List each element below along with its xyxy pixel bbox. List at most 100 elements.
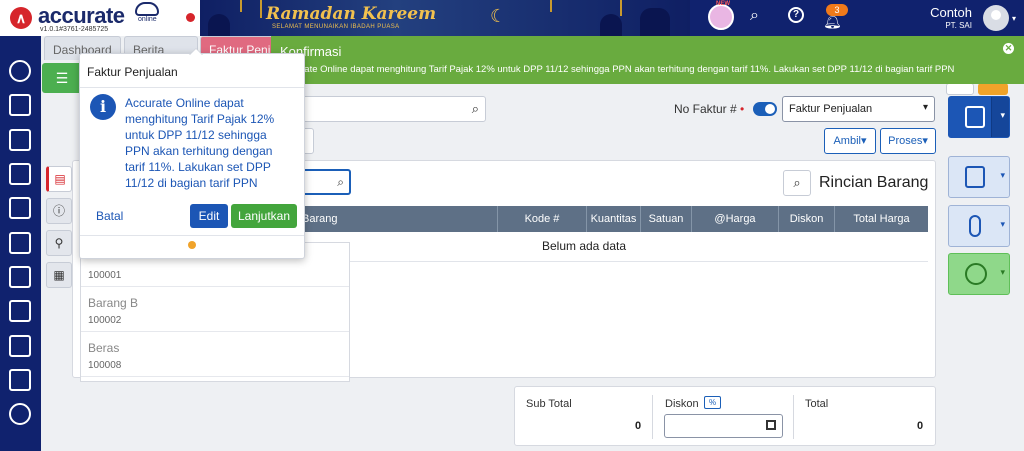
attachment-button[interactable]: ▾ [948,205,1010,247]
save-button[interactable]: ▾ [948,96,1010,138]
cloud-icon [135,2,159,16]
banner-subtitle: SELAMAT MENUNAIKAN IBADAH PUASA [272,24,400,30]
item-name: Beras [88,341,120,355]
purchase-bag-icon[interactable] [9,232,31,254]
search-icon[interactable]: ⌕ [750,7,759,25]
cancel-button[interactable]: Batal [96,209,123,223]
info-icon: i [90,94,116,120]
tax-icon[interactable] [9,369,31,391]
total-value: 0 [917,420,924,432]
close-icon[interactable]: ✕ [1003,43,1014,54]
status-dot [186,13,195,22]
user-company: PT. SAI [945,21,972,30]
subtotal-value: 0 [635,420,642,432]
building-icon[interactable] [9,129,31,151]
info-tab[interactable]: ⓘ [46,198,72,224]
col-kode: Kode # [497,206,586,232]
item-code: 100001 [88,270,122,281]
left-sidebar [0,36,41,451]
ambil-label: Ambil [833,135,861,147]
item-dropdown-list: 100001 Barang B 100002 Beras 100008 [80,242,350,382]
payment-tab[interactable]: ▦ [46,262,72,288]
no-faktur-text: No Faktur # [674,102,737,116]
more-icon [965,263,987,285]
top-header: ∧ accurate online v1.0.1#3761-2485725 Ra… [0,0,1024,36]
col-harga: @Harga [691,206,778,232]
stamp-tab[interactable]: ⚲ [46,230,72,256]
new-label: NEW [716,1,730,7]
diskon-label: Diskon [665,398,699,410]
continue-button[interactable]: Lanjutkan [231,204,297,228]
subtotal-label: Sub Total [526,398,572,410]
company-icon[interactable] [9,94,31,116]
rincian-search-button[interactable]: ⌕ [783,170,811,196]
diskon-input[interactable] [664,414,783,438]
cart-icon[interactable] [9,266,31,288]
auto-number-toggle[interactable] [753,102,777,116]
faktur-type-select[interactable]: Faktur Penjualan ▾ [782,96,935,122]
list-item[interactable]: Beras 100008 [81,333,349,377]
chevron-down-icon[interactable]: ▾ [1012,14,1016,23]
document-button[interactable]: ▾ [948,156,1010,198]
top-right-orange-button[interactable] [978,83,1008,95]
proses-button[interactable]: Proses▾ [880,128,936,154]
inventory-icon[interactable] [9,300,31,322]
crescent-moon-icon: ☾ [490,6,507,26]
edit-button[interactable]: Edit [190,204,228,228]
col-diskon: Diskon [778,206,834,232]
step-indicator-dot [188,241,196,249]
popover-message: Accurate Online dapat menghitung Tarif P… [125,96,275,190]
ramadan-banner: Ramadan Kareem SELAMAT MENUNAIKAN IBADAH… [200,0,690,36]
diskon-percent-toggle[interactable]: % [704,396,721,409]
confirmation-toast: Konfirmasi Accurate Online dapat menghit… [271,36,1024,84]
faktur-type-value: Faktur Penjualan [789,103,873,115]
ledger-icon[interactable] [9,163,31,185]
logo-online-label: online [138,16,157,23]
more-options-button[interactable]: ▾ [948,253,1010,295]
proses-label: Proses [888,135,923,147]
rincian-barang-title: Rincian Barang [819,174,929,191]
item-code: 100008 [88,360,122,371]
customer-search-input[interactable]: ⌕ [280,96,486,122]
col-satuan: Satuan [640,206,691,232]
settings-icon[interactable] [9,60,31,82]
col-total-harga: Total Harga [834,206,928,232]
chevron-down-icon: ▾ [1000,170,1005,180]
list-view-button[interactable]: ☰ [42,63,82,93]
accurate-logo[interactable]: ∧ accurate online v1.0.1#3761-2485725 [0,0,200,36]
chevron-down-icon: ▾ [1000,110,1005,120]
calculator-icon[interactable] [766,420,776,430]
logo-mark-icon: ∧ [10,7,32,29]
col-kuantitas: Kuantitas [586,206,640,232]
search-icon: ⌕ [471,101,479,116]
avatar[interactable] [983,5,1009,31]
list-item[interactable]: Barang B 100002 [81,288,349,332]
user-name[interactable]: Contoh [920,5,972,20]
bank-icon[interactable] [9,197,31,219]
detail-tab-items[interactable]: ▤ [46,166,72,192]
search-icon: ⌕ [337,175,344,189]
chevron-down-icon: ▾ [922,102,928,113]
toast-message: Accurate Online dapat menghitung Tarif P… [280,64,955,75]
item-code: 100002 [88,315,122,326]
item-name: Barang B [88,296,139,310]
ambil-button[interactable]: Ambil▾ [824,128,876,154]
help-icon[interactable]: ? [788,7,804,23]
notification-count-badge: 3 [826,4,848,16]
popover-title: Faktur Penjualan [87,65,178,79]
whats-new-icon[interactable] [708,4,734,30]
banner-title: Ramadan Kareem [266,4,437,24]
reports-icon[interactable] [9,403,31,425]
required-mark: • [740,102,745,116]
version-label: v1.0.1#3761-2485725 [40,26,109,33]
total-label: Total [805,398,829,410]
no-faktur-label: No Faktur # • [674,102,744,116]
chevron-down-icon: ▾ [1000,267,1005,277]
top-right-button[interactable] [946,83,974,95]
assets-icon[interactable] [9,335,31,357]
document-icon [965,166,985,188]
tax-info-popover: Faktur Penjualan i Accurate Online dapat… [79,53,305,259]
save-icon [965,106,985,128]
chevron-down-icon: ▾ [1000,219,1005,229]
paperclip-icon [969,215,981,237]
